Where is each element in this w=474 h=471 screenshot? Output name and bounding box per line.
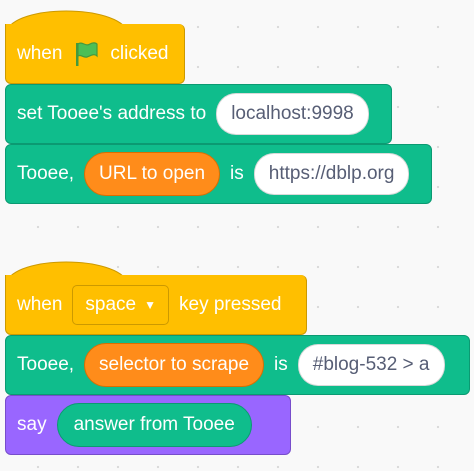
set-address-label: set Tooee's address to <box>17 103 207 124</box>
set-address-block[interactable]: set Tooee's address to localhost:9998 <box>5 84 392 144</box>
when-label: when <box>17 293 63 315</box>
tooee-label: Tooee, <box>17 163 75 184</box>
tooee-label: Tooee, <box>17 354 75 375</box>
is-label: is <box>230 163 244 184</box>
dropdown-arrow-icon: ▼ <box>144 297 157 312</box>
is-label: is <box>274 354 288 375</box>
key-dropdown-value: space <box>85 293 137 315</box>
clicked-label: clicked <box>110 42 169 64</box>
key-dropdown[interactable]: space ▼ <box>72 284 170 325</box>
address-input[interactable]: localhost:9998 <box>216 93 369 135</box>
selector-input[interactable]: #blog-532 > a <box>297 344 445 386</box>
open-url-block[interactable]: Tooee, URL to open is https://dblp.org <box>5 144 432 204</box>
green-flag-icon <box>72 40 100 68</box>
say-label: say <box>17 414 47 435</box>
say-block[interactable]: say answer from Tooee <box>5 395 291 455</box>
selector-to-scrape-reporter[interactable]: selector to scrape <box>84 343 265 387</box>
url-input[interactable]: https://dblp.org <box>253 153 410 195</box>
key-pressed-label: key pressed <box>179 293 282 315</box>
when-label: when <box>17 42 63 64</box>
when-flag-clicked-block[interactable]: when clicked <box>5 24 185 84</box>
when-key-pressed-block[interactable]: when space ▼ key pressed <box>5 275 307 335</box>
answer-from-tooee-reporter[interactable]: answer from Tooee <box>56 403 252 447</box>
url-to-open-reporter[interactable]: URL to open <box>84 152 221 196</box>
scrape-selector-block[interactable]: Tooee, selector to scrape is #blog-532 >… <box>5 335 470 395</box>
